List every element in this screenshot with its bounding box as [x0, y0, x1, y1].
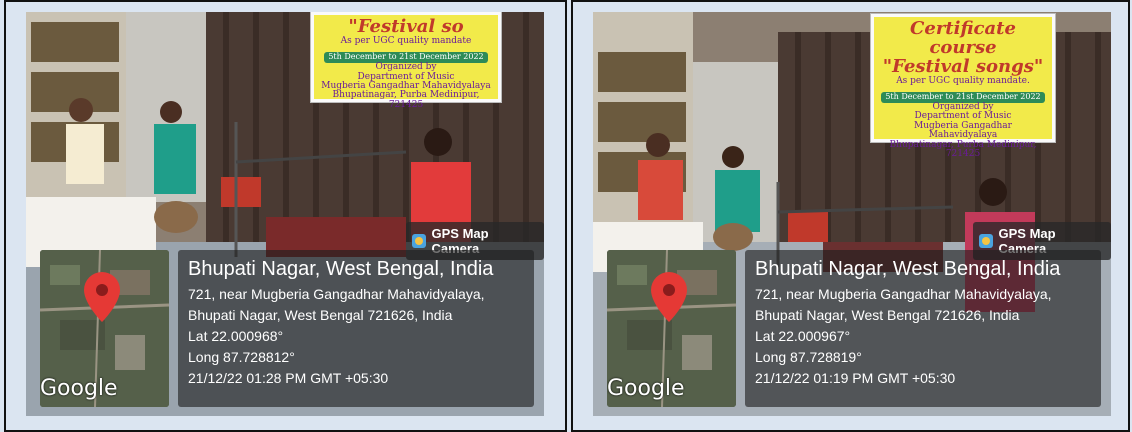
event-photo-left: "Festival so As per UGC quality mandate …: [26, 12, 544, 416]
address-line-1: 721, near Mugberia Gangadhar Mahavidyala…: [755, 286, 1052, 302]
map-thumbnail: Google: [607, 250, 736, 407]
latitude: Lat 22.000967°: [755, 328, 851, 344]
banner-address: Bhupatinagar, Purba Medinipur, 721425: [332, 90, 480, 110]
place-name: Bhupati Nagar, West Bengal, India: [188, 258, 494, 280]
location-info-box: Bhupati Nagar, West Bengal, India 721, n…: [745, 250, 1101, 407]
banner-dates: 5th December to 21st December 2022: [881, 92, 1045, 103]
photo-cell-right: Certificate course "Festival songs" As p…: [571, 0, 1130, 432]
gps-camera-icon: [412, 234, 426, 248]
timestamp: 21/12/22 01:19 PM GMT +05:30: [755, 370, 956, 386]
banner-mandate: As per UGC quality mandate.: [896, 75, 1030, 86]
banner-mandate: As per UGC quality mandate: [340, 35, 472, 46]
banner-title: "Festival so: [348, 16, 464, 37]
timestamp: 21/12/22 01:28 PM GMT +05:30: [188, 370, 389, 386]
banner-title: Certificate course: [910, 18, 1016, 58]
google-logo: Google: [607, 376, 685, 401]
google-logo: Google: [40, 376, 118, 401]
address-line-2: Bhupati Nagar, West Bengal 721626, India: [755, 307, 1020, 323]
event-banner-left: "Festival so As per UGC quality mandate …: [311, 12, 501, 110]
banner-subtitle: "Festival songs": [882, 55, 1044, 77]
event-photo-right: Certificate course "Festival songs" As p…: [593, 12, 1111, 416]
map-thumbnail: Google: [40, 250, 169, 407]
longitude: Long 87.728819°: [755, 349, 862, 365]
banner-address: Bhupatinagar, Purba Medinipur, 721425: [889, 139, 1037, 160]
address-line-2: Bhupati Nagar, West Bengal 721626, India: [188, 307, 453, 323]
photo-cell-left: "Festival so As per UGC quality mandate …: [4, 0, 567, 432]
location-info-box: Bhupati Nagar, West Bengal, India 721, n…: [178, 250, 534, 407]
address-line-1: 721, near Mugberia Gangadhar Mahavidyala…: [188, 286, 485, 302]
place-name: Bhupati Nagar, West Bengal, India: [755, 258, 1061, 280]
latitude: Lat 22.000968°: [188, 328, 284, 344]
event-banner-right: Certificate course "Festival songs" As p…: [871, 14, 1055, 159]
gps-camera-icon: [979, 234, 993, 248]
banner-college: Mugberia Gangadhar Mahavidyalaya: [914, 120, 1012, 141]
longitude: Long 87.728812°: [188, 349, 295, 365]
